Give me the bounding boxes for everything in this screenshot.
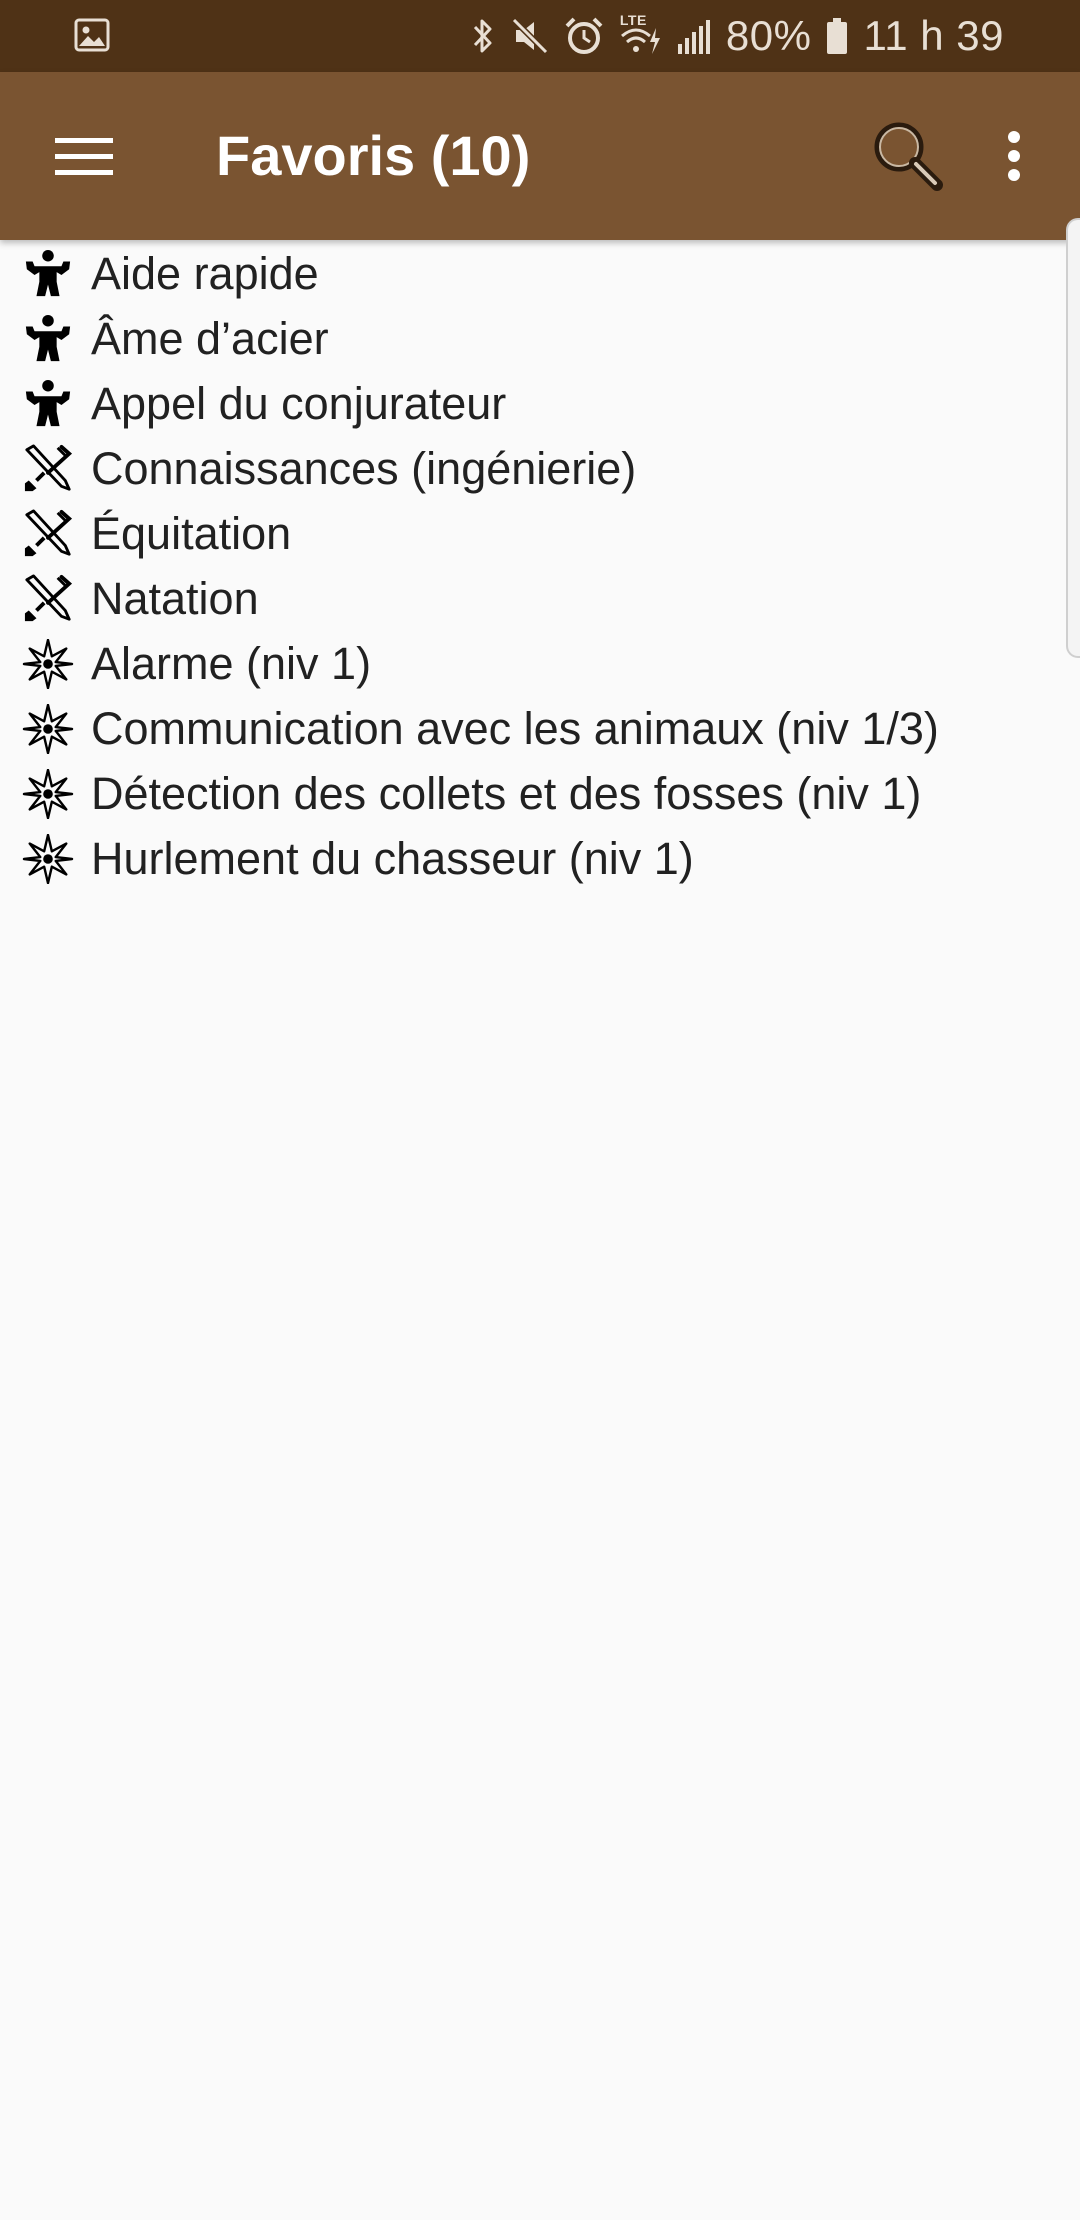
list-item[interactable]: Natation	[0, 566, 1080, 631]
list-item-label: Connaissances (ingénierie)	[91, 443, 637, 494]
status-bar: LTE 80% 11 h 39	[0, 0, 1080, 72]
scroll-handle[interactable]	[1066, 218, 1080, 658]
list-item-label: Alarme (niv 1)	[91, 638, 372, 689]
wifi-lte-icon: LTE	[618, 12, 662, 58]
strength-figure-icon	[22, 379, 74, 429]
search-icon[interactable]	[866, 114, 950, 198]
page-title: Favoris (10)	[216, 124, 531, 187]
status-indicators: LTE 80% 11 h 39	[470, 0, 1004, 72]
list-item-label: Appel du conjurateur	[91, 378, 507, 429]
list-item[interactable]: Hurlement du chasseur (niv 1)	[0, 826, 1080, 891]
list-item[interactable]: Alarme (niv 1)	[0, 631, 1080, 696]
list-item[interactable]: Équitation	[0, 501, 1080, 566]
list-item[interactable]: Appel du conjurateur	[0, 371, 1080, 436]
hamburger-menu-icon[interactable]	[42, 114, 126, 198]
tools-crossed-icon	[22, 508, 74, 559]
magic-star-icon	[22, 703, 74, 755]
list-item[interactable]: Âme d’acier	[0, 306, 1080, 371]
battery-icon	[825, 16, 849, 56]
tools-crossed-icon	[22, 443, 74, 494]
app-bar: Favoris (10)	[0, 72, 1080, 240]
gallery-notification-icon	[74, 18, 110, 52]
list-item[interactable]: Détection des collets et des fosses (niv…	[0, 761, 1080, 826]
magic-star-icon	[22, 768, 74, 820]
list-item-label: Communication avec les animaux (niv 1/3)	[91, 703, 939, 754]
strength-figure-icon	[22, 314, 74, 364]
list-item-label: Aide rapide	[91, 248, 319, 299]
list-item-label: Natation	[91, 573, 259, 624]
list-item-label: Équitation	[91, 508, 292, 559]
battery-percent: 80%	[725, 12, 812, 59]
mute-icon	[510, 16, 550, 56]
list-item[interactable]: Connaissances (ingénierie)	[0, 436, 1080, 501]
list-item[interactable]: Aide rapide	[0, 241, 1080, 306]
alarm-icon	[564, 16, 604, 56]
bluetooth-icon	[470, 16, 496, 56]
strength-figure-icon	[22, 249, 74, 299]
signal-icon	[676, 16, 712, 56]
list-item-label: Hurlement du chasseur (niv 1)	[91, 833, 694, 884]
list-item-label: Âme d’acier	[91, 313, 329, 364]
tools-crossed-icon	[22, 574, 74, 624]
list-item[interactable]: Communication avec les animaux (niv 1/3)	[0, 696, 1080, 761]
clock: 11 h 39	[863, 12, 1004, 59]
favorites-list: Aide rapide Âme d’acier Appel du conjura…	[0, 241, 1080, 891]
more-vert-icon[interactable]	[984, 114, 1044, 198]
magic-star-icon	[22, 833, 74, 885]
list-item-label: Détection des collets et des fosses (niv…	[91, 768, 922, 819]
magic-star-icon	[22, 638, 74, 690]
